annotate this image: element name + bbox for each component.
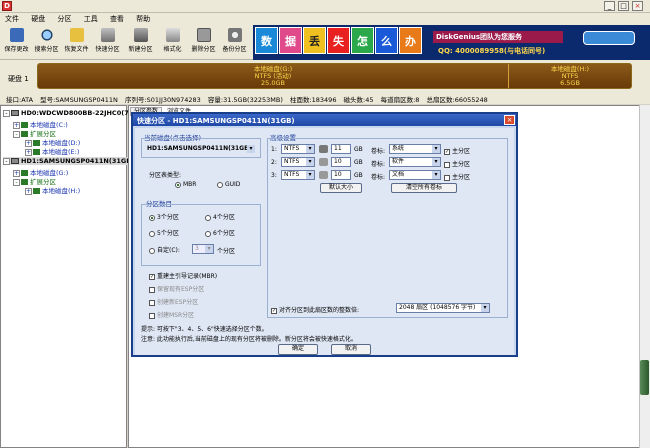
menu-help[interactable]: 帮助 (131, 13, 155, 25)
new-partition-icon (133, 28, 148, 42)
quick-partition-button[interactable]: 快速分区 (95, 28, 120, 58)
menu-bar: 文件 硬盘 分区 工具 查看 帮助 (0, 13, 650, 25)
scrollbar-thumb[interactable] (640, 360, 649, 395)
banner-char: 据 (279, 27, 302, 54)
minimize-button[interactable]: _ (604, 1, 615, 11)
msr-checkbox[interactable]: 创建MSR分区 (149, 310, 194, 319)
cancel-button[interactable]: 取消 (331, 344, 371, 355)
count-4-radio[interactable]: 4个分区 (205, 212, 235, 221)
backup-partition-button[interactable]: 备份分区 (222, 28, 247, 58)
quick-partition-dialog: 快速分区 - HD1:SAMSUNGSP0411N(31GB) × 当前磁盘(点… (131, 112, 518, 357)
hard-disk-icon (11, 158, 19, 164)
dialog-body: 当前磁盘(点击选择) HD1:SAMSUNGSP0411N(31GB) 分区表类… (135, 128, 514, 355)
banner-char: 么 (375, 27, 398, 54)
row1-primary-checkbox[interactable]: ✓ 主分区 (444, 146, 470, 155)
tree-node-h[interactable]: + 本地磁盘(H:) (25, 185, 80, 195)
ok-button[interactable]: 确定 (278, 344, 318, 355)
current-disk-select[interactable]: HD1:SAMSUNGSP0411N(31GB) (145, 145, 255, 155)
hint-text: 提示: 可按下"3、4、5、6"快速选择分区个数。 (141, 326, 268, 333)
disk-info: 接口:ATA 型号:SAMSUNGSP0411N 序列号:S01JJ30N974… (0, 92, 650, 104)
save-changes-button[interactable]: 保存更改 (4, 28, 29, 58)
banner-brand: DiskGenius团队为您服务 (433, 31, 563, 43)
disk-icon (100, 28, 115, 42)
count-3-radio[interactable]: 3个分区 (149, 212, 179, 221)
row3-primary-checkbox[interactable]: 主分区 (444, 172, 470, 181)
scrollbar[interactable] (639, 105, 650, 448)
custom-count-suffix: 个分区 (217, 248, 236, 255)
rebuild-mbr-checkbox[interactable]: ✓ 重建主引导记录(MBR) (149, 271, 217, 280)
banner-char: 办 (399, 27, 422, 54)
folder-icon (69, 28, 84, 42)
custom-count-radio[interactable]: 自定(C): (149, 245, 180, 254)
warning-text: 注意: 此功能执行后,当前磁盘上的现有分区将被删除。新分区将会被快速格式化。 (141, 336, 357, 343)
row1-size-field[interactable]: 11 (331, 144, 351, 154)
backup-icon (227, 28, 242, 42)
clear-labels-button[interactable]: 清空所有卷标 (391, 183, 457, 193)
recover-files-button[interactable]: 恢复文件 (64, 28, 89, 58)
keep-esp-checkbox[interactable]: 保留现有ESP分区 (149, 284, 204, 293)
banner-char: 怎 (351, 27, 374, 54)
hard-disk-icon (11, 110, 19, 116)
custom-count-field[interactable]: 3 (192, 244, 214, 254)
partition-icon (33, 149, 40, 155)
format-button[interactable]: 格式化 (160, 28, 185, 58)
menu-view[interactable]: 查看 (105, 13, 129, 25)
phone-icon (583, 31, 635, 45)
search-icon (39, 28, 54, 42)
row1-volume-field[interactable]: 系统 (389, 144, 441, 154)
partition-bar: 本地磁盘(G:) NTFS (活动) 25.0GB 本地磁盘(H:) NTFS … (37, 63, 632, 89)
new-esp-checkbox[interactable]: 创建新ESP分区 (149, 297, 198, 306)
close-button[interactable]: × (632, 1, 643, 11)
row2-volume-field[interactable]: 软件 (389, 157, 441, 167)
banner-ad[interactable]: 数 据 丢 失 怎 么 办 DiskGenius团队为您服务 QQ: 40000… (253, 25, 650, 60)
row3-size-field[interactable]: 10 (331, 170, 351, 180)
lock-icon (319, 158, 328, 166)
partition-h[interactable]: 本地磁盘(H:) NTFS 6.5GB (508, 64, 631, 88)
app-icon: D (2, 1, 12, 11)
row2-fs-select[interactable]: NTFS (281, 157, 315, 167)
banner-char: 数 (255, 27, 278, 54)
align-sector-select[interactable]: 2048 扇区 (1048576 字节) (396, 303, 490, 313)
mbr-radio[interactable]: MBR (175, 181, 196, 188)
align-checkbox[interactable]: ✓ 对齐分区到此扇区数的整数倍: (271, 305, 359, 314)
row1-fs-select[interactable]: NTFS (281, 144, 315, 154)
search-partition-button[interactable]: 搜索分区 (34, 28, 59, 58)
menu-partition[interactable]: 分区 (52, 13, 76, 25)
menu-disk[interactable]: 硬盘 (26, 13, 50, 25)
dialog-title: 快速分区 - HD1:SAMSUNGSP0411N(31GB) (133, 114, 516, 126)
trash-icon (196, 28, 211, 42)
lock-icon (319, 145, 328, 153)
tree-node-hd0[interactable]: - HD0:WDCWD800BB-22JHC0(75G) (3, 109, 142, 117)
tree-node-e[interactable]: + 本地磁盘(E:) (25, 146, 79, 156)
count-5-radio[interactable]: 5个分区 (149, 228, 179, 237)
banner-qq: QQ: 4000089958(与电话同号) (438, 47, 546, 55)
guid-radio[interactable]: GUID (217, 181, 240, 188)
new-partition-button[interactable]: 新建分区 (128, 28, 153, 58)
maximize-button[interactable]: □ (618, 1, 629, 11)
row2-size-field[interactable]: 10 (331, 157, 351, 167)
row3-fs-select[interactable]: NTFS (281, 170, 315, 180)
delete-partition-button[interactable]: 删除分区 (191, 28, 216, 58)
partition-icon (33, 188, 40, 194)
partition-g[interactable]: 本地磁盘(G:) NTFS (活动) 25.0GB (38, 64, 508, 88)
lock-icon (319, 171, 328, 179)
disk-label: 硬盘 1 (8, 75, 29, 83)
banner-char: 丢 (303, 27, 326, 54)
disk-map: 硬盘 1 本地磁盘(G:) NTFS (活动) 25.0GB 本地磁盘(H:) … (0, 60, 650, 92)
menu-tools[interactable]: 工具 (79, 13, 103, 25)
row2-primary-checkbox[interactable]: 主分区 (444, 159, 470, 168)
table-type-label: 分区表类型: (149, 172, 182, 179)
row3-volume-field[interactable]: 文档 (389, 170, 441, 180)
tree-node-hd1[interactable]: - HD1:SAMSUNGSP0411N(31GB) (3, 157, 135, 165)
default-size-button[interactable]: 默认大小 (320, 183, 362, 193)
count-6-radio[interactable]: 6个分区 (205, 228, 235, 237)
disk-tree: - HD0:WDCWD800BB-22JHC0(75G) + 本地磁盘(C:) -扩… (0, 105, 142, 448)
menu-file[interactable]: 文件 (0, 13, 24, 25)
banner-char: 失 (327, 27, 350, 54)
dialog-close-button[interactable]: × (504, 115, 515, 125)
title-bar: D _ □ × (0, 0, 650, 13)
save-icon (9, 28, 24, 42)
format-icon (165, 28, 180, 42)
